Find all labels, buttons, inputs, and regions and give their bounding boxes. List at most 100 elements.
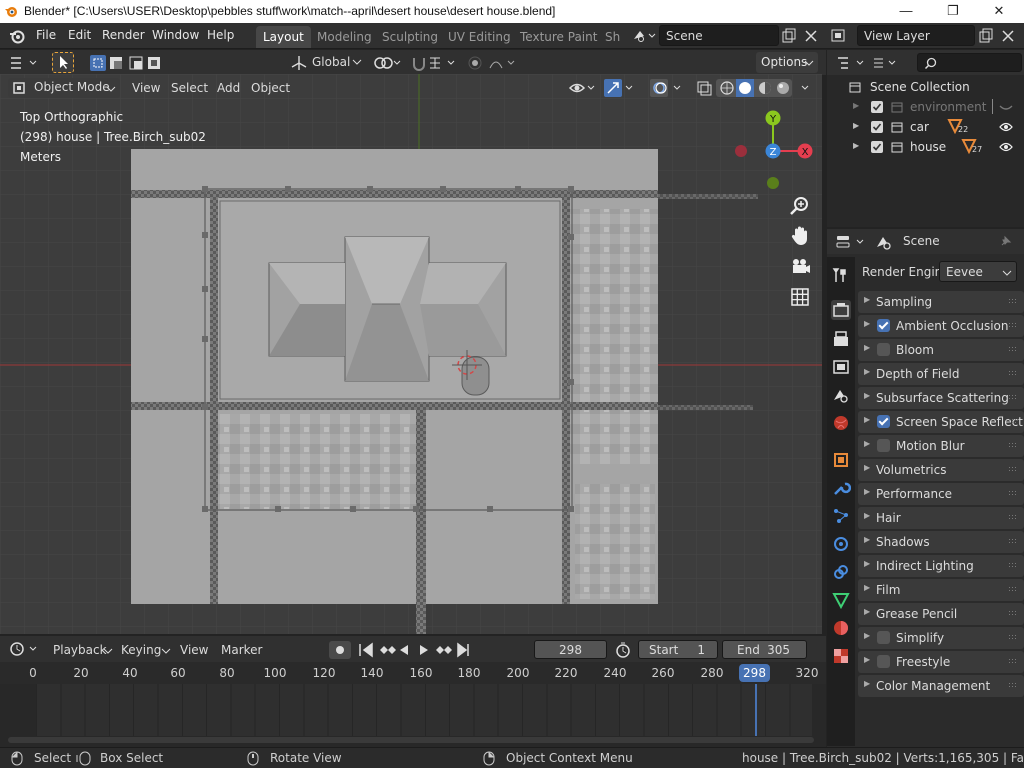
expand-arrow-icon[interactable]: ▶ — [864, 319, 870, 328]
panel-enable-checkbox[interactable] — [877, 343, 890, 356]
minimize-button[interactable]: — — [883, 0, 929, 23]
expand-arrow-icon[interactable]: ▶ — [853, 141, 859, 150]
panel-color-management[interactable]: ▶ Color Management — [858, 675, 1024, 697]
scene-tab-icon[interactable] — [831, 385, 851, 405]
panel-sampling[interactable]: ▶ Sampling — [858, 291, 1024, 313]
menu-render[interactable]: Render — [102, 28, 145, 42]
scene-name-field[interactable]: Scene — [659, 25, 779, 46]
view-layer-field[interactable]: View Layer — [857, 25, 975, 46]
panel-motion-blur[interactable]: ▶ Motion Blur — [858, 435, 1024, 457]
render-tab-icon[interactable] — [831, 300, 851, 320]
view-layer-tab-icon[interactable] — [831, 357, 851, 377]
tab-layout[interactable]: Layout — [256, 26, 311, 48]
menu-edit[interactable]: Edit — [68, 28, 91, 42]
tab-shading[interactable]: Sh — [598, 26, 627, 48]
visibility-eye-icon[interactable] — [999, 141, 1013, 153]
drag-handle-icon[interactable] — [1008, 322, 1018, 329]
outliner-search-input[interactable] — [917, 53, 1022, 72]
drag-handle-icon[interactable] — [1008, 538, 1018, 545]
expand-arrow-icon[interactable]: ▶ — [864, 607, 870, 616]
drag-handle-icon[interactable] — [1008, 442, 1018, 449]
outliner-row-car[interactable]: ▶ car 22 — [827, 117, 1024, 137]
end-frame-field[interactable]: End 305 — [722, 640, 807, 659]
panel-indirect-lighting[interactable]: ▶ Indirect Lighting — [858, 555, 1024, 577]
include-checkbox[interactable] — [870, 100, 884, 114]
constraints-tab-icon[interactable] — [831, 562, 851, 582]
tab-modeling[interactable]: Modeling — [310, 26, 379, 48]
pin-icon[interactable] — [999, 234, 1013, 248]
outliner-row-house[interactable]: ▶ house 27 — [827, 137, 1024, 157]
texture-tab-icon[interactable] — [831, 646, 851, 666]
object-mode-dropdown[interactable]: Object Mode — [8, 78, 120, 98]
expand-arrow-icon[interactable]: ▶ — [864, 463, 870, 472]
transform-orientation-label[interactable]: Global — [312, 55, 350, 69]
viewport-menu-object[interactable]: Object — [251, 81, 290, 95]
delete-scene-icon[interactable] — [803, 28, 819, 44]
playback-controls[interactable] — [328, 640, 474, 660]
maximize-button[interactable]: ❐ — [930, 0, 976, 23]
pivot-point-icon[interactable] — [372, 54, 404, 72]
close-window-button[interactable]: ✕ — [976, 0, 1022, 23]
tab-sculpting[interactable]: Sculpting — [375, 26, 445, 48]
delete-view-layer-icon[interactable] — [1000, 28, 1016, 44]
stopwatch-icon[interactable] — [614, 641, 632, 659]
timeline-playback-menu[interactable]: Playback — [53, 643, 107, 657]
expand-arrow-icon[interactable]: ▶ — [864, 511, 870, 520]
drag-handle-icon[interactable] — [1008, 370, 1018, 377]
expand-arrow-icon[interactable]: ▶ — [864, 583, 870, 592]
drag-handle-icon[interactable] — [1008, 346, 1018, 353]
expand-arrow-icon[interactable]: ▶ — [864, 367, 870, 376]
menu-window[interactable]: Window — [152, 28, 199, 42]
viewport-menu-view[interactable]: View — [132, 81, 160, 95]
tool-tab-icon[interactable] — [831, 266, 851, 286]
playhead-frame-label[interactable]: 298 — [739, 664, 770, 682]
expand-arrow-icon[interactable]: ▶ — [864, 391, 870, 400]
visibility-eye-icon[interactable] — [999, 121, 1013, 133]
grid-view-icon[interactable] — [788, 285, 812, 309]
physics-tab-icon[interactable] — [831, 534, 851, 554]
expand-arrow-icon[interactable]: ▶ — [864, 535, 870, 544]
panel-hair[interactable]: ▶ Hair — [858, 507, 1024, 529]
snap-icon[interactable] — [410, 54, 460, 72]
drag-handle-icon[interactable] — [1008, 634, 1018, 641]
drag-handle-icon[interactable] — [1008, 586, 1018, 593]
frame-ruler[interactable]: 0 20 40 60 80 100 120 140 160 180 200 22… — [0, 662, 826, 684]
expand-arrow-icon[interactable]: ▶ — [864, 631, 870, 640]
output-tab-icon[interactable] — [831, 329, 851, 349]
panel-grease-pencil[interactable]: ▶ Grease Pencil — [858, 603, 1024, 625]
tab-uv-editing[interactable]: UV Editing — [441, 26, 518, 48]
timeline-keying-menu[interactable]: Keying — [121, 643, 161, 657]
panel-enable-checkbox[interactable] — [877, 439, 890, 452]
navigation-gizmo[interactable]: Y X Z — [728, 106, 818, 196]
hidden-eye-icon[interactable] — [999, 103, 1013, 113]
menu-file[interactable]: File — [36, 28, 56, 42]
panel-subsurface-scattering[interactable]: ▶ Subsurface Scattering — [858, 387, 1024, 409]
panel-enable-checkbox[interactable] — [877, 319, 890, 332]
world-tab-icon[interactable] — [831, 413, 851, 433]
new-scene-icon[interactable] — [781, 28, 797, 44]
drag-handle-icon[interactable] — [1008, 394, 1018, 401]
panel-film[interactable]: ▶ Film — [858, 579, 1024, 601]
drag-handle-icon[interactable] — [1008, 466, 1018, 473]
blender-menu-icon[interactable] — [9, 28, 25, 44]
playhead-line[interactable] — [755, 684, 757, 736]
object-data-tab-icon[interactable] — [831, 590, 851, 610]
view-layer-icon[interactable] — [830, 28, 850, 44]
options-dropdown[interactable]: Options — [756, 52, 818, 73]
particles-tab-icon[interactable] — [831, 506, 851, 526]
expand-arrow-icon[interactable]: ▶ — [853, 121, 859, 130]
drag-handle-icon[interactable] — [1008, 490, 1018, 497]
panel-ambient-occlusion[interactable]: ▶ Ambient Occlusion — [858, 315, 1024, 337]
panel-simplify[interactable]: ▶ Simplify — [858, 627, 1024, 649]
outliner-editor-type-icon[interactable] — [835, 54, 867, 72]
panel-shadows[interactable]: ▶ Shadows — [858, 531, 1024, 553]
expand-arrow-icon[interactable]: ▶ — [864, 487, 870, 496]
start-frame-field[interactable]: Start 1 — [638, 640, 718, 659]
drag-handle-icon[interactable] — [1008, 562, 1018, 569]
properties-editor-type-icon[interactable] — [835, 233, 867, 251]
panel-volumetrics[interactable]: ▶ Volumetrics — [858, 459, 1024, 481]
expand-arrow-icon[interactable]: ▶ — [864, 439, 870, 448]
drag-handle-icon[interactable] — [1008, 658, 1018, 665]
3d-viewport[interactable]: Top Orthographic (298) house | Tree.Birc… — [0, 74, 822, 634]
pan-hand-icon[interactable] — [788, 224, 812, 248]
